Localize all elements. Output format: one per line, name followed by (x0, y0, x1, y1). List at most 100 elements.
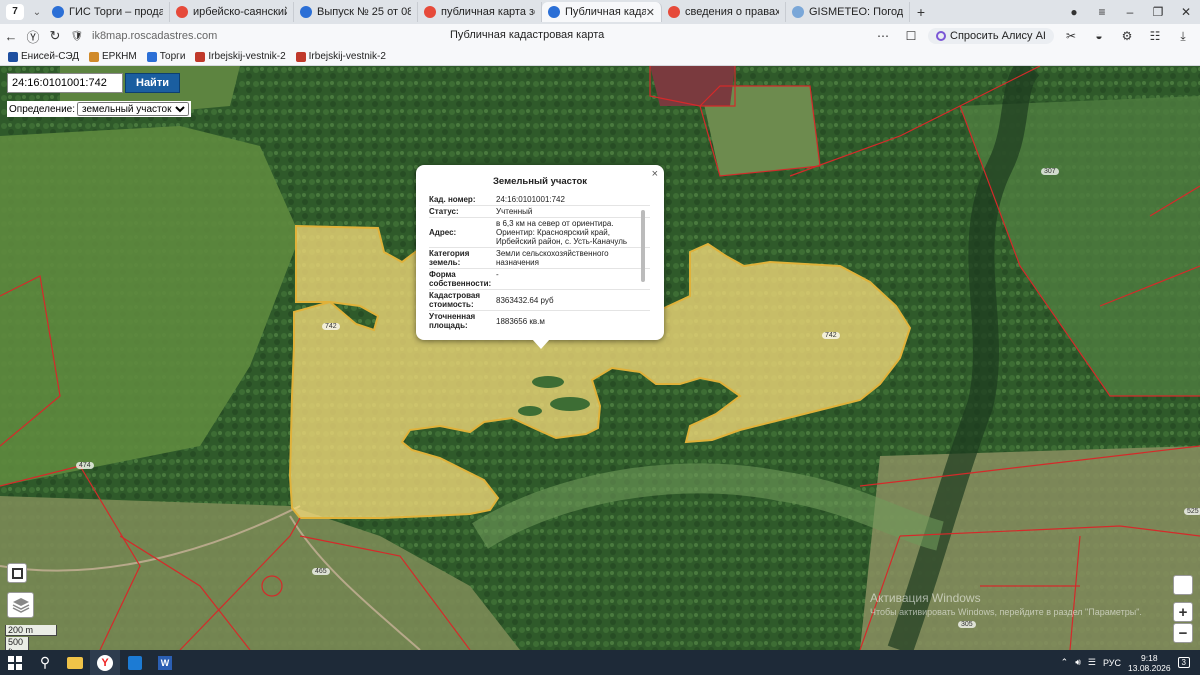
table-row: Форма собственности: - (429, 268, 650, 290)
tools-icon[interactable]: ✂ (1060, 29, 1082, 43)
browser-tab[interactable]: ирбейско-саянский вест (170, 2, 294, 22)
browser-tab[interactable]: публичная карта земель (418, 2, 542, 22)
parcel-label: 742 (822, 332, 840, 339)
parcel-label: 525 (1184, 508, 1200, 515)
windows-activation-title: Активация Windows (870, 591, 981, 605)
table-row: Уточненная площадь: 1883656 кв.м (429, 311, 650, 332)
cadastral-search: Найти (7, 73, 180, 93)
browser-tab[interactable]: GISMETEO: Погода в Ирб (786, 2, 910, 22)
map-canvas[interactable]: Найти Определение: земельный участок 742… (0, 66, 1200, 650)
lock-icon: 🛡 (70, 30, 84, 42)
downloads-icon[interactable]: ⤓ (1172, 29, 1194, 44)
chevron-up-icon[interactable]: ⌃ (1061, 657, 1069, 668)
parcel-info-popup: × Земельный участок Кад. номер: 24:16:010… (416, 165, 664, 349)
popup-scrollbar[interactable] (641, 200, 646, 330)
scrollbar-thumb[interactable] (641, 210, 645, 282)
chevron-down-icon[interactable]: ⌄ (28, 7, 46, 18)
definition-select[interactable]: земельный участок (77, 102, 190, 116)
more-icon[interactable]: ⋯ (872, 29, 894, 43)
parcel-label: 465 (312, 568, 330, 575)
start-button[interactable] (0, 650, 30, 675)
word-icon[interactable]: W (150, 650, 180, 675)
browser-tab[interactable]: Выпуск № 25 от 08.07.202 (294, 2, 418, 22)
parcel-label: 307 (1041, 168, 1059, 175)
tab-favicon-icon (668, 6, 680, 18)
close-window-icon[interactable]: ✕ (1172, 5, 1200, 19)
yandex-icon[interactable]: Ⓨ (22, 27, 44, 46)
fullscreen-button[interactable] (7, 563, 27, 583)
field-key: Категория земель: (429, 247, 496, 269)
layers-icon (12, 598, 29, 613)
definition-row: Определение: земельный участок (7, 101, 192, 117)
profile-icon[interactable]: ● (1060, 5, 1088, 19)
back-icon[interactable]: ← (0, 29, 22, 44)
language-indicator[interactable]: РУС (1103, 658, 1121, 668)
new-tab-button[interactable]: + (910, 4, 932, 20)
extensions-icon[interactable]: ⚙ (1116, 29, 1138, 43)
field-value: 8363432.64 руб (496, 289, 650, 311)
zoom-in-button[interactable]: + (1173, 602, 1193, 622)
clock-time: 9:18 (1141, 652, 1158, 663)
bookmark-item[interactable]: Irbejskij-vestnik-2 (195, 51, 286, 62)
browser-tab[interactable]: сведения о правах на нед (662, 2, 786, 22)
search-icon[interactable]: ⚲ (30, 650, 60, 675)
toggle-panel-button[interactable] (1173, 575, 1193, 595)
clock[interactable]: 9:18 13.08.2026 (1128, 653, 1171, 673)
browser-tab[interactable]: ГИС Торги – продажи гос (46, 2, 170, 22)
yandex-browser-icon[interactable]: Y (90, 650, 120, 675)
address-bar-actions: ⋯ ☐ Спросить Алису AI ✂ ◒ ⚙ ☷ ⤓ (872, 28, 1200, 44)
satellite-imagery (0, 66, 1200, 650)
network-icon[interactable]: ☰ (1088, 657, 1096, 668)
bookmark-item[interactable]: Irbejskij-vestnik-2 (295, 51, 386, 62)
field-key: Адрес: (429, 217, 496, 248)
field-value: 24:16:0101001:742 (496, 194, 650, 206)
table-row: Категория земель: Земли сельскохозяйствен… (429, 247, 650, 269)
reload-icon[interactable]: ↻ (44, 28, 66, 44)
field-key: Статус: (429, 205, 496, 218)
outlook-icon[interactable] (120, 650, 150, 675)
tab-favicon-icon (176, 6, 188, 18)
restore-icon[interactable]: ❐ (1144, 5, 1172, 19)
volume-icon[interactable]: 🔊︎ (1075, 657, 1081, 668)
menu-icon[interactable]: ≡ (1088, 5, 1116, 19)
field-value: Учтенный (496, 205, 650, 218)
find-button[interactable]: Найти (125, 73, 180, 93)
table-row: Адрес: в 6,3 км на север от ориентира. Ор… (429, 217, 650, 248)
definition-label: Определение: (9, 103, 76, 115)
reader-icon[interactable]: ☷ (1144, 29, 1166, 43)
bookmarks-bar: Енисей-СЭД ЕРКНМ Торги Irbejskij-vestnik… (0, 48, 1200, 66)
close-tab-icon[interactable]: ✕ (646, 6, 655, 19)
minimize-icon[interactable]: – (1116, 5, 1144, 19)
table-row: Кадастровая стоимость: 8363432.64 руб (429, 289, 650, 311)
url-field[interactable]: ik8map.roscadastres.com (92, 30, 332, 42)
cadastral-number-input[interactable] (7, 73, 123, 93)
ask-alice-button[interactable]: Спросить Алису AI (928, 28, 1054, 44)
system-tray: ⌃ 🔊︎ ☰ РУС 9:18 13.08.2026 3 (1061, 653, 1200, 673)
tab-favicon-icon (548, 6, 560, 18)
field-key: Кад. номер: (429, 194, 496, 206)
close-icon[interactable]: × (652, 168, 658, 180)
windows-activation-text: Чтобы активировать Windows, перейдите в … (870, 607, 1142, 617)
popup-title: Земельный участок (492, 176, 588, 187)
bookmark-favicon-icon (8, 51, 18, 62)
zoom-out-button[interactable]: − (1173, 623, 1193, 643)
browser-tab-strip: 7 ⌄ ГИС Торги – продажи гос ирбейско-сая… (0, 0, 1200, 24)
layers-button[interactable] (7, 592, 34, 618)
field-key: Кадастровая стоимость: (429, 289, 496, 311)
file-explorer-icon[interactable] (60, 650, 90, 675)
bookmark-icon[interactable]: ☐ (900, 29, 922, 43)
vpn-icon[interactable]: ◒ (1088, 29, 1110, 43)
tab-count-button[interactable]: 7 (6, 4, 24, 20)
browser-tab-active[interactable]: Публичная кадастрова✕ (542, 2, 662, 22)
bookmark-item[interactable]: ЕРКНМ (89, 51, 137, 62)
bookmark-item[interactable]: Енисей-СЭД (8, 51, 79, 62)
parcel-label: 742 (322, 323, 340, 330)
bookmark-item[interactable]: Торги (146, 51, 185, 62)
field-key: Уточненная площадь: (429, 312, 476, 330)
windows-icon (8, 655, 22, 670)
field-key: Форма собственности: (429, 268, 496, 290)
notification-badge[interactable]: 3 (1177, 657, 1190, 668)
scale-bar-metric: 200 m (5, 625, 57, 636)
bookmark-favicon-icon (89, 51, 99, 62)
bookmark-favicon-icon (295, 51, 306, 62)
